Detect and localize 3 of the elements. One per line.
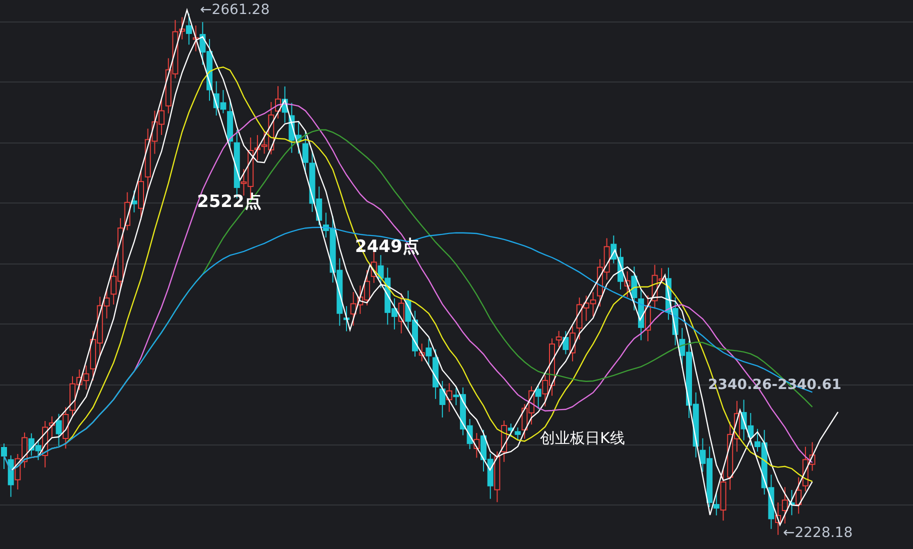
price-annotation: ←2661.28 <box>200 1 270 20</box>
price-annotation: ←2228.18 <box>783 524 853 543</box>
chart-title: 创业板日K线 <box>540 428 625 449</box>
